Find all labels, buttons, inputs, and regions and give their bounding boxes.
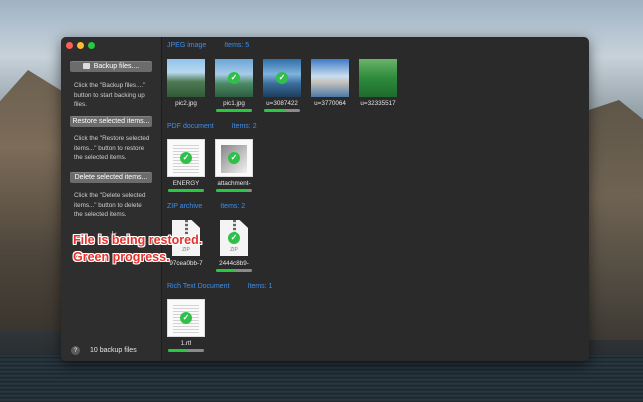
file-item[interactable]: ✓ 1.rtf: [167, 299, 205, 352]
checkmark-icon: ✓: [276, 72, 288, 84]
help-button[interactable]: ?: [71, 346, 80, 355]
progress-fill: [216, 269, 236, 272]
category-count: Items: 1: [247, 283, 273, 290]
progress-fill: [216, 189, 247, 192]
category-name: Rich Text Document: [167, 283, 230, 290]
restore-progress-bar: [168, 189, 204, 192]
checkmark-icon: ✓: [180, 312, 192, 324]
checkmark-icon: ✓: [228, 232, 240, 244]
category-header-jpeg: JPEG image Items: 5: [167, 42, 249, 49]
restore-progress-bar: [264, 109, 300, 112]
photo-thumbnail: [167, 59, 205, 97]
file-item[interactable]: u=32335517: [359, 59, 397, 112]
annotation-line-1: File is being restored.: [73, 233, 203, 247]
close-button[interactable]: [66, 42, 73, 49]
file-item[interactable]: ✓ attachment-: [215, 139, 253, 192]
category-header-pdf: PDF document Items: 2: [167, 123, 257, 130]
zoom-button[interactable]: [88, 42, 95, 49]
category-count: Items: 2: [220, 203, 246, 210]
backup-help-text: Click the "Backup files...." button to s…: [74, 82, 146, 108]
file-name: 1.rtf: [180, 340, 192, 347]
checkmark-icon: ✓: [180, 152, 192, 164]
file-name: attachment-: [217, 180, 251, 187]
backup-count: 10 backup files: [90, 347, 137, 354]
file-item[interactable]: ZIP ✓ 2444c8b9-: [215, 219, 253, 272]
category-name: PDF document: [167, 123, 214, 130]
restore-annotation: File is being restored. Green progress.: [73, 232, 202, 266]
window-controls: [66, 42, 95, 49]
pdf-thumbnail: ✓: [167, 139, 205, 177]
restore-progress-bar: [216, 269, 252, 272]
delete-help-text: Click the "Delete selected items..." but…: [74, 192, 146, 218]
file-row-rtf: ✓ 1.rtf: [167, 299, 205, 352]
file-name: pic1.jpg: [223, 100, 245, 107]
file-browser: JPEG image Items: 5 pic2.jpg ✓ pic1.jpg …: [162, 37, 589, 361]
zip-icon: ZIP ✓: [215, 219, 253, 257]
wallpaper-mountain-left: [0, 70, 70, 330]
minimize-button[interactable]: [77, 42, 84, 49]
file-name: u=3087422: [266, 100, 298, 107]
restore-progress-bar: [216, 189, 252, 192]
file-name: 2444c8b9-: [219, 260, 249, 267]
wallpaper-mountain-right: [583, 100, 643, 340]
file-item[interactable]: ✓ u=3087422: [263, 59, 301, 112]
backup-icon: [82, 63, 90, 69]
wallpaper-water: [0, 354, 643, 402]
file-item[interactable]: ✓ pic1.jpg: [215, 59, 253, 112]
file-row-pdf: ✓ ENERGY ✓ attachment-: [167, 139, 253, 192]
category-count: Items: 5: [224, 42, 250, 49]
file-row-jpeg: pic2.jpg ✓ pic1.jpg ✓ u=3087422 u=377006…: [167, 59, 397, 112]
progress-fill: [216, 109, 252, 112]
file-item[interactable]: u=3770064: [311, 59, 349, 112]
file-name: u=3770064: [314, 100, 346, 107]
restore-selected-button[interactable]: Restore selected items...: [70, 116, 152, 127]
photo-thumbnail: [311, 59, 349, 97]
file-name: pic2.jpg: [175, 100, 197, 107]
delete-selected-button[interactable]: Delete selected items...: [70, 172, 152, 183]
restore-help-text: Click the "Restore selected items..." bu…: [74, 135, 150, 161]
sidebar-footer: ? 10 backup files: [71, 346, 137, 355]
progress-fill: [168, 349, 188, 352]
checkmark-icon: ✓: [228, 152, 240, 164]
photo-thumbnail: ✓: [263, 59, 301, 97]
progress-fill: [264, 109, 286, 112]
file-name: u=32335517: [360, 100, 396, 107]
restore-progress-bar: [216, 109, 252, 112]
sidebar: Backup files.... Click the "Backup files…: [61, 37, 162, 361]
backup-files-button[interactable]: Backup files....: [70, 61, 152, 72]
category-name: ZIP archive: [167, 203, 203, 210]
category-header-rtf: Rich Text Document Items: 1: [167, 283, 272, 290]
app-window: Backup files.... Click the "Backup files…: [61, 37, 589, 361]
file-item[interactable]: pic2.jpg: [167, 59, 205, 112]
rtf-thumbnail: ✓: [167, 299, 205, 337]
photo-thumbnail: ✓: [215, 59, 253, 97]
photo-thumbnail: [359, 59, 397, 97]
progress-fill: [168, 189, 204, 192]
category-header-zip: ZIP archive Items: 2: [167, 203, 245, 210]
pdf-thumbnail: ✓: [215, 139, 253, 177]
category-count: Items: 2: [231, 123, 257, 130]
annotation-line-2: Green progress.: [73, 250, 170, 264]
file-name: ENERGY: [172, 180, 200, 187]
checkmark-icon: ✓: [228, 72, 240, 84]
category-name: JPEG image: [167, 42, 207, 49]
restore-progress-bar: [168, 349, 204, 352]
file-item[interactable]: ✓ ENERGY: [167, 139, 205, 192]
